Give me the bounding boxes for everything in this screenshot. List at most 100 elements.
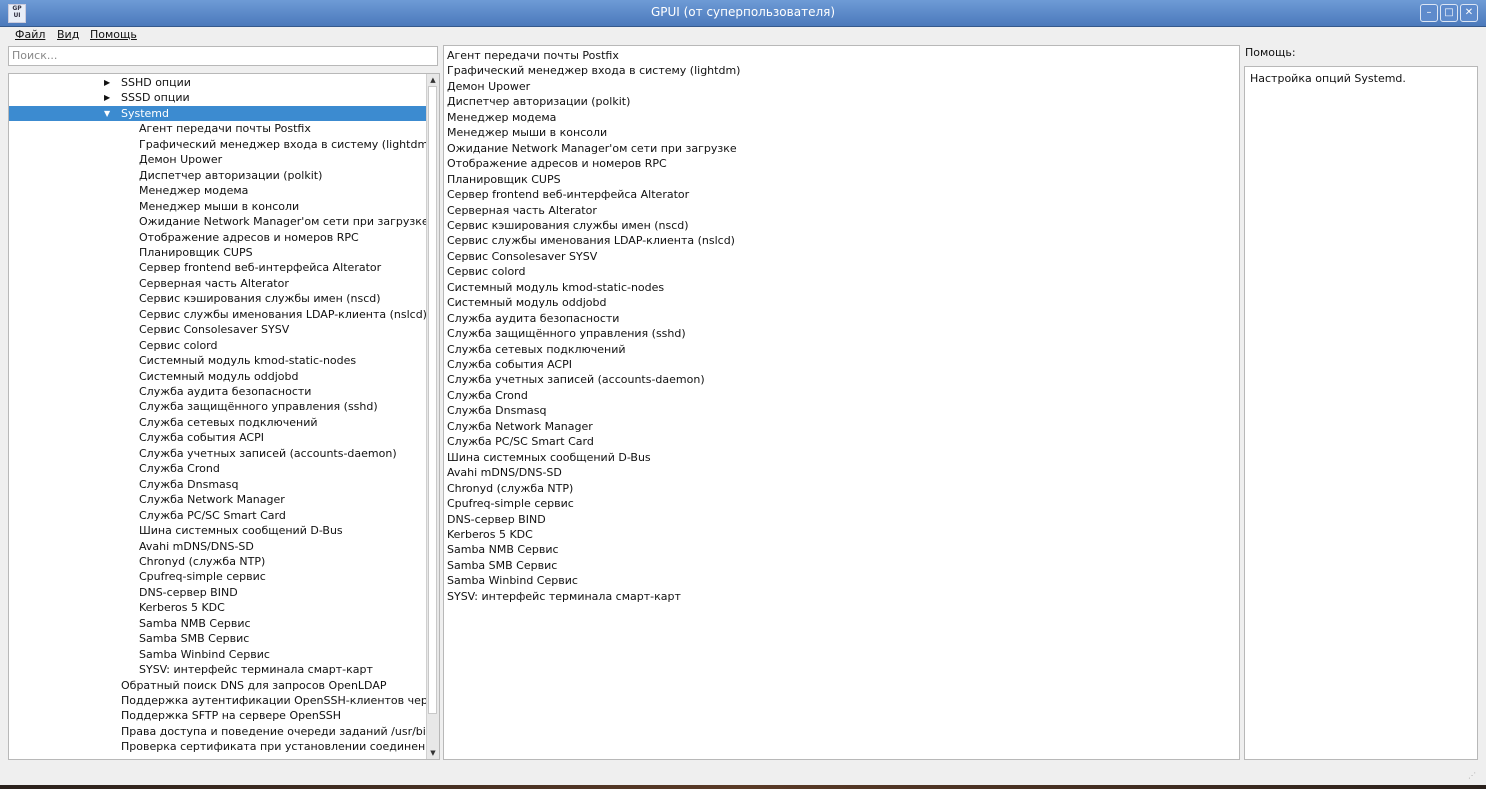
tree-row[interactable]: Системный модуль oddjobd <box>9 369 427 384</box>
list-item[interactable]: Шина системных сообщений D-Bus <box>447 450 651 465</box>
list-item[interactable]: Служба сетевых подключений <box>447 342 626 357</box>
tree-row[interactable]: Служба учетных записей (accounts-daemon) <box>9 446 427 461</box>
tree-row[interactable]: Графический менеджер входа в систему (li… <box>9 137 427 152</box>
tree-row[interactable]: Служба аудита безопасности <box>9 384 427 399</box>
list-item[interactable]: Сервис службы именования LDAP-клиента (n… <box>447 233 735 248</box>
list-item[interactable]: Avahi mDNS/DNS-SD <box>447 465 562 480</box>
expand-arrow-right-icon[interactable]: ▶ <box>104 75 110 90</box>
tree-row[interactable]: Сервис Consolesaver SYSV <box>9 322 427 337</box>
tree-row[interactable]: ▼ Systemd <box>9 105 427 121</box>
tree-row[interactable]: Samba Winbind Сервис <box>9 647 427 662</box>
list-item[interactable]: Системный модуль kmod-static-nodes <box>447 280 664 295</box>
tree-row-label: SSSD опции <box>121 91 190 105</box>
list-item[interactable]: Демон Upower <box>447 79 530 94</box>
close-button[interactable]: ✕ <box>1460 4 1478 22</box>
tree-row[interactable]: Сервер frontend веб-интерфейса Alterator <box>9 260 427 275</box>
list-item[interactable]: Служба защищённого управления (sshd) <box>447 326 686 341</box>
policy-tree[interactable]: Проверка сертификата при установлении со… <box>8 73 440 760</box>
list-item[interactable]: Менеджер модема <box>447 110 556 125</box>
tree-row[interactable]: ▶ SSHD опции <box>9 75 427 90</box>
tree-row-label: Служба аудита безопасности <box>139 385 312 398</box>
scroll-up-icon[interactable]: ▲ <box>427 74 439 86</box>
expand-arrow-down-icon[interactable]: ▼ <box>104 106 110 121</box>
tree-row[interactable]: Служба PC/SC Smart Card <box>9 508 427 523</box>
minimize-button[interactable]: – <box>1420 4 1438 22</box>
scrollbar-thumb[interactable] <box>428 86 437 714</box>
search-input[interactable]: Поиск... <box>8 46 438 66</box>
tree-row[interactable]: Проверка сертификата при установлении со… <box>9 739 427 754</box>
list-item[interactable]: Диспетчер авторизации (polkit) <box>447 94 630 109</box>
list-item[interactable]: Серверная часть Alterator <box>447 203 597 218</box>
tree-row[interactable]: Samba NMB Сервис <box>9 616 427 631</box>
tree-row[interactable]: Cpufreq-simple сервис <box>9 569 427 584</box>
tree-row[interactable]: Сервис кэширования службы имен (nscd) <box>9 291 427 306</box>
tree-row[interactable]: Сервис службы именования LDAP-клиента (n… <box>9 307 427 322</box>
title-bar[interactable]: GP UI GPUI (от суперпользователя) – □ ✕ <box>0 0 1486 27</box>
list-item[interactable]: Служба события ACPI <box>447 357 572 372</box>
list-item[interactable]: SYSV: интерфейс терминала смарт-карт <box>447 589 681 604</box>
tree-row[interactable]: ▶ SSSD опции <box>9 90 427 105</box>
tree-row[interactable]: Отображение адресов и номеров RPC <box>9 230 427 245</box>
maximize-button[interactable]: □ <box>1440 4 1458 22</box>
list-item[interactable]: Samba SMB Сервис <box>447 558 557 573</box>
list-item[interactable]: Служба Crond <box>447 388 528 403</box>
tree-row[interactable]: Шина системных сообщений D-Bus <box>9 523 427 538</box>
list-item[interactable]: Графический менеджер входа в систему (li… <box>447 63 740 78</box>
tree-row[interactable]: Avahi mDNS/DNS-SD <box>9 539 427 554</box>
scroll-down-icon[interactable]: ▼ <box>427 747 439 759</box>
tree-row[interactable]: Диспетчер авторизации (polkit) <box>9 168 427 183</box>
menu-file[interactable]: Файл <box>15 28 45 41</box>
tree-row[interactable]: Менеджер модема <box>9 183 427 198</box>
tree-row[interactable]: Chronyd (служба NTP) <box>9 554 427 569</box>
list-item[interactable]: Сервис colord <box>447 264 525 279</box>
menu-view[interactable]: Вид <box>57 28 79 41</box>
tree-row[interactable]: Поддержка аутентификации OpenSSH-клиенто… <box>9 693 427 708</box>
tree-row[interactable]: Служба события ACPI <box>9 430 427 445</box>
list-item[interactable]: Сервис Consolesaver SYSV <box>447 249 597 264</box>
tree-row[interactable]: Сервис colord <box>9 338 427 353</box>
list-item[interactable]: Samba Winbind Сервис <box>447 573 578 588</box>
tree-row[interactable]: Системный модуль kmod-static-nodes <box>9 353 427 368</box>
tree-scrollbar[interactable]: ▲ ▼ <box>426 74 439 759</box>
list-item[interactable]: Служба Dnsmasq <box>447 403 547 418</box>
expand-arrow-right-icon[interactable]: ▶ <box>104 90 110 105</box>
tree-row[interactable]: Samba SMB Сервис <box>9 631 427 646</box>
tree-row[interactable]: Планировщик CUPS <box>9 245 427 260</box>
list-item[interactable]: Служба PC/SC Smart Card <box>447 434 594 449</box>
list-item[interactable]: Samba NMB Сервис <box>447 542 559 557</box>
tree-row[interactable]: DNS-сервер BIND <box>9 585 427 600</box>
tree-row[interactable]: Служба Crond <box>9 461 427 476</box>
tree-row[interactable]: Поддержка SFTP на сервере OpenSSH <box>9 708 427 723</box>
list-item[interactable]: Служба учетных записей (accounts-daemon) <box>447 372 705 387</box>
list-item[interactable]: Chronyd (служба NTP) <box>447 481 573 496</box>
menu-help[interactable]: Помощь <box>90 28 137 41</box>
list-item[interactable]: Отображение адресов и номеров RPC <box>447 156 667 171</box>
tree-row[interactable]: Kerberos 5 KDC <box>9 600 427 615</box>
list-item[interactable]: Служба аудита безопасности <box>447 311 619 326</box>
list-item[interactable]: Сервис кэширования службы имен (nscd) <box>447 218 689 233</box>
tree-row[interactable]: Служба защищённого управления (sshd) <box>9 399 427 414</box>
tree-row[interactable]: Права доступа и поведение очереди задани… <box>9 724 427 739</box>
tree-row[interactable]: Обратный поиск DNS для запросов OpenLDAP <box>9 678 427 693</box>
resize-grip-icon[interactable]: ⋰ <box>1468 771 1478 781</box>
policy-list[interactable]: Агент передачи почты Postfix Графический … <box>443 45 1240 760</box>
tree-row[interactable]: Служба Dnsmasq <box>9 477 427 492</box>
list-item[interactable]: Служба Network Manager <box>447 419 593 434</box>
tree-row[interactable]: Серверная часть Alterator <box>9 276 427 291</box>
list-item[interactable]: Ожидание Network Manager'ом сети при заг… <box>447 141 737 156</box>
list-item[interactable]: Агент передачи почты Postfix <box>447 48 619 63</box>
tree-row[interactable]: Служба Network Manager <box>9 492 427 507</box>
list-item[interactable]: Менеджер мыши в консоли <box>447 125 607 140</box>
tree-row[interactable]: SYSV: интерфейс терминала смарт-карт <box>9 662 427 677</box>
list-item[interactable]: Системный модуль oddjobd <box>447 295 606 310</box>
list-item[interactable]: Cpufreq-simple сервис <box>447 496 574 511</box>
list-item[interactable]: Сервер frontend веб-интерфейса Alterator <box>447 187 689 202</box>
tree-row[interactable]: Агент передачи почты Postfix <box>9 121 427 136</box>
tree-row[interactable]: Ожидание Network Manager'ом сети при заг… <box>9 214 427 229</box>
list-item[interactable]: Kerberos 5 KDC <box>447 527 533 542</box>
list-item[interactable]: DNS-сервер BIND <box>447 512 546 527</box>
tree-row[interactable]: Демон Upower <box>9 152 427 167</box>
list-item[interactable]: Планировщик CUPS <box>447 172 561 187</box>
tree-row[interactable]: Менеджер мыши в консоли <box>9 199 427 214</box>
tree-row[interactable]: Служба сетевых подключений <box>9 415 427 430</box>
